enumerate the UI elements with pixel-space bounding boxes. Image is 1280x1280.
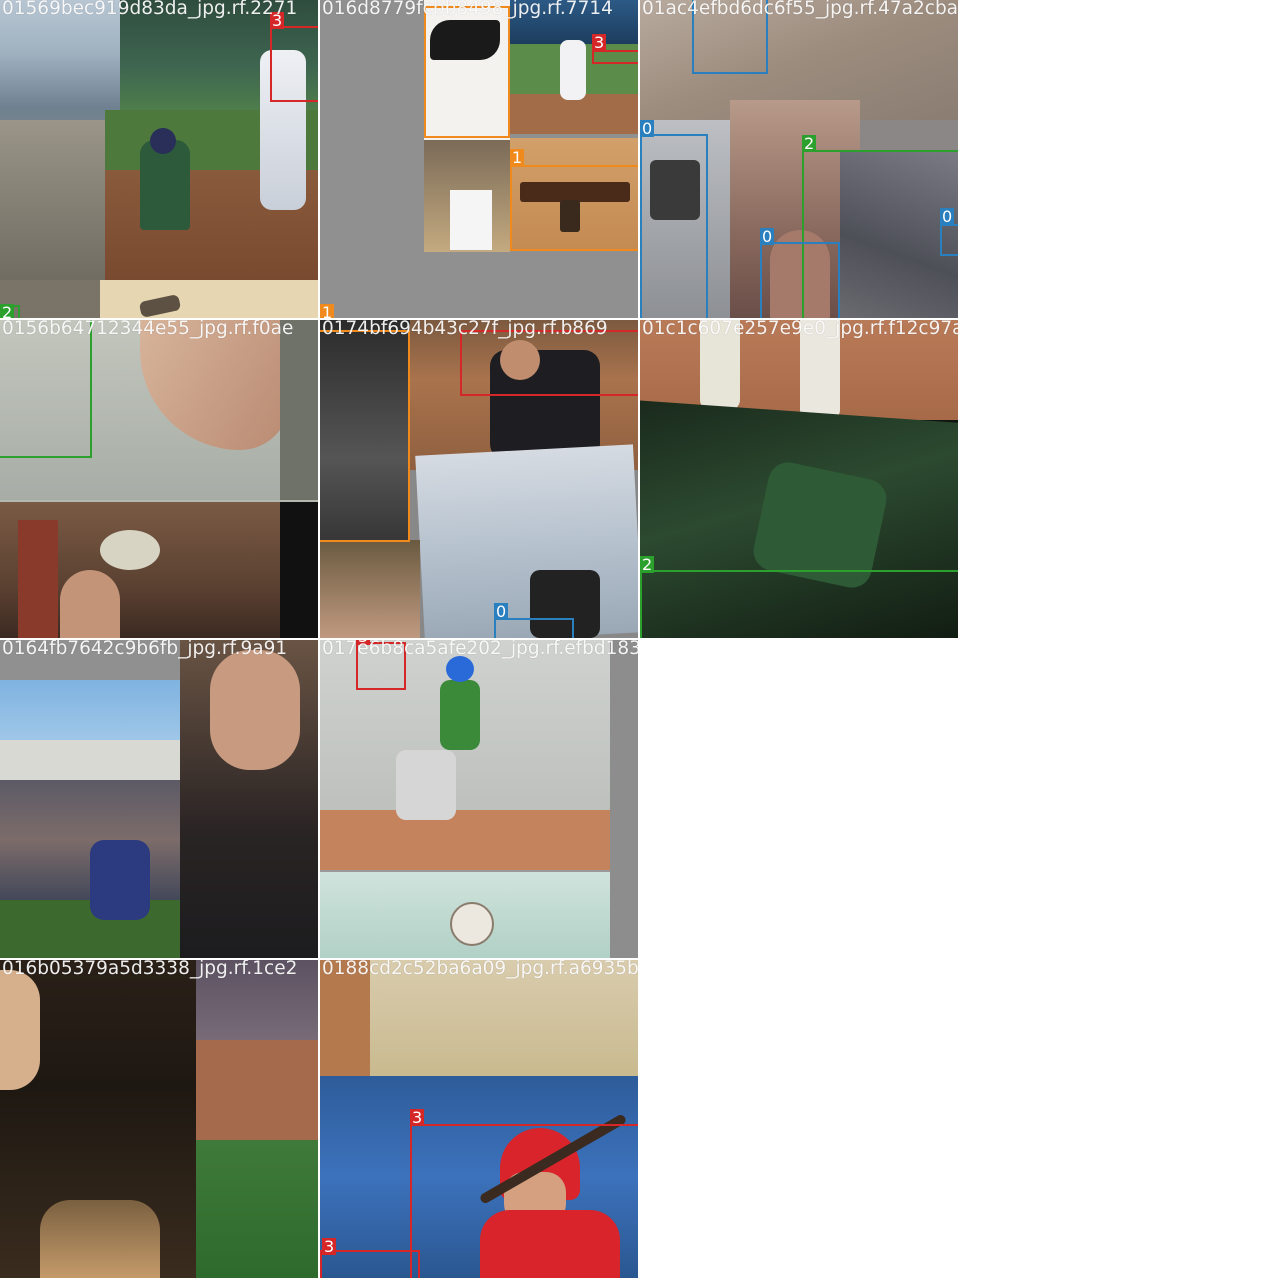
mosaic-tile-7: 0164fb7642c9b6fb_jpg.rf.9a91 [0, 640, 318, 958]
mosaic-tile-4: 0156b64712344e55_jpg.rf.f0ae [0, 320, 318, 638]
bbox-label: 3 [592, 33, 607, 52]
bbox-label: 3 [410, 1108, 425, 1127]
tile-filename: 016d8779fcbb8498_jpg.rf.7714 [322, 0, 613, 19]
bbox-label: 0 [760, 227, 775, 246]
tile-filename: 01c1c607e257e9e0_jpg.rf.f12c97abda7a3037 [642, 320, 958, 339]
bbox-class-0 [494, 618, 574, 638]
bbox-class-0 [940, 224, 958, 256]
tile-filename: 01ac4efbd6dc6f55_jpg.rf.47a2cba65c3ffff6 [642, 0, 958, 19]
bbox-class-1 [320, 330, 410, 542]
tile-filename: 0188cd2c52ba6a09_jpg.rf.a6935b8f25e08e58 [322, 960, 638, 979]
bbox-class-2 [640, 570, 958, 638]
tile-filename: 017e6b8ca5afe202_jpg.rf.efbd183046cf566c [322, 640, 638, 659]
tile-filename: 0174bf694b43c27f_jpg.rf.b869 [322, 320, 608, 339]
bbox-label: 1 [320, 304, 335, 318]
mosaic-tile-3: 01ac4efbd6dc6f55_jpg.rf.47a2cba65c3ffff6… [640, 0, 958, 318]
bbox-class-0 [640, 134, 708, 318]
mosaic-tile-10: 0188cd2c52ba6a09_jpg.rf.a6935b8f25e08e58… [320, 960, 638, 1278]
bbox-label: 0 [640, 119, 655, 138]
bbox-class-1 [510, 165, 638, 251]
bbox-label: 1 [510, 148, 525, 167]
mosaic-tile-8: 017e6b8ca5afe202_jpg.rf.efbd183046cf566c… [320, 640, 638, 958]
tile-filename: 016b05379a5d3338_jpg.rf.1ce2 [2, 960, 298, 979]
bbox-class-0 [760, 242, 840, 318]
bbox-class-1 [424, 6, 510, 138]
bbox-label: 3 [322, 1237, 337, 1256]
mosaic-tile-6: 01c1c607e257e9e0_jpg.rf.f12c97abda7a3037… [640, 320, 958, 638]
bbox-label: 2 [802, 134, 817, 153]
mosaic-tile-5: 0174bf694b43c27f_jpg.rf.b869 0 [320, 320, 638, 638]
bbox-class-3 [410, 1124, 638, 1278]
mosaic-tile-1: 01569bec919d83da_jpg.rf.2271 3 2 [0, 0, 318, 318]
bbox-class-2 [0, 320, 92, 458]
bbox-class-3 [270, 26, 318, 102]
tile-filename: 01569bec919d83da_jpg.rf.2271 [2, 0, 298, 19]
mosaic-tile-9: 016b05379a5d3338_jpg.rf.1ce2 [0, 960, 318, 1278]
bbox-class-3 [592, 50, 638, 64]
bbox-label: 0 [494, 602, 509, 621]
tile-filename: 0164fb7642c9b6fb_jpg.rf.9a91 [2, 640, 288, 659]
mosaic-tile-2: 016d8779fcbb8498_jpg.rf.7714 3 1 1 [320, 0, 638, 318]
tile-filename: 0156b64712344e55_jpg.rf.f0ae [2, 320, 294, 339]
bbox-label: 0 [940, 207, 955, 226]
tile-photo [0, 640, 318, 958]
bbox-label: 2 [0, 304, 15, 318]
bbox-label: 2 [640, 555, 655, 574]
tile-photo [0, 960, 318, 1278]
